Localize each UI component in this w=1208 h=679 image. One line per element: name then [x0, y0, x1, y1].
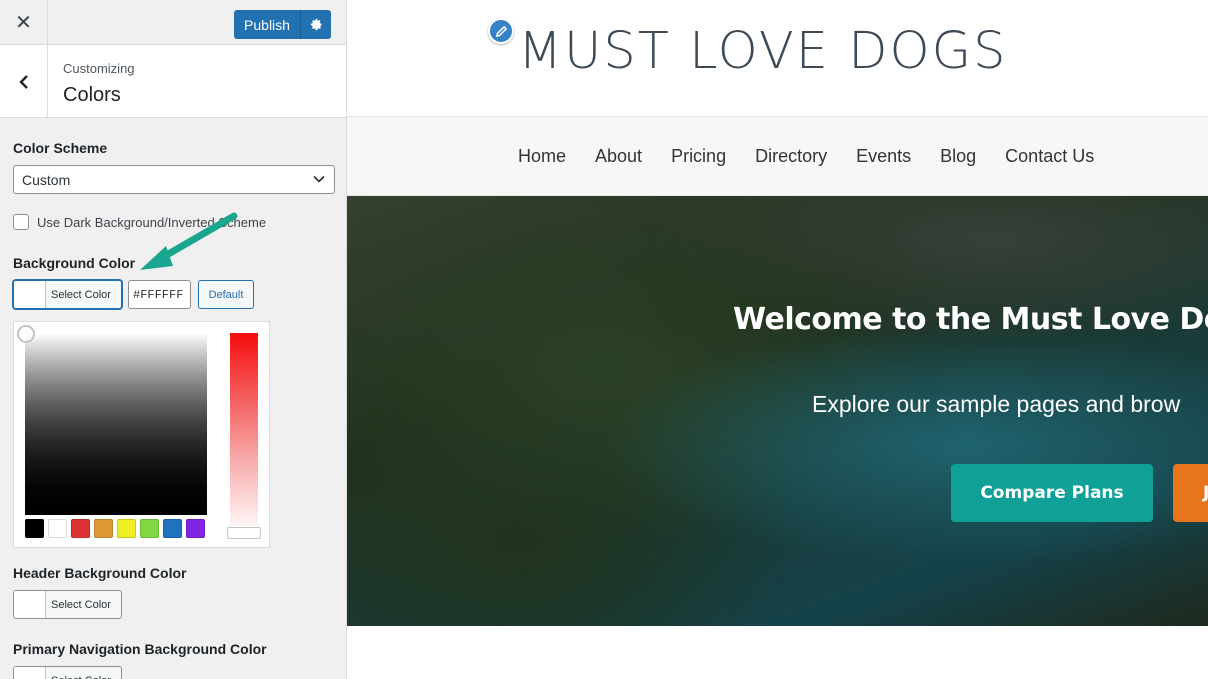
dark-background-checkbox[interactable]: [13, 214, 29, 230]
primary-nav-background-color-button[interactable]: Select Color: [13, 666, 122, 679]
palette-swatch-blue[interactable]: [163, 519, 182, 538]
publish-group: Publish: [234, 10, 331, 39]
background-color-default-button[interactable]: Default: [198, 280, 254, 309]
nav-item-events[interactable]: Events: [856, 146, 911, 167]
nav-item-directory[interactable]: Directory: [755, 146, 827, 167]
site-preview: MUST LOVE DOGS Home About Pricing Direct…: [347, 0, 1208, 679]
background-color-label: Background Color: [13, 255, 136, 271]
nav-item-blog[interactable]: Blog: [940, 146, 976, 167]
header-background-color-button-label: Select Color: [51, 598, 111, 611]
palette-swatch-yellow[interactable]: [117, 519, 136, 538]
nav-item-about[interactable]: About: [595, 146, 642, 167]
color-scheme-select[interactable]: Custom: [13, 165, 335, 194]
publish-button[interactable]: Publish: [234, 10, 300, 39]
picker-handle[interactable]: [17, 325, 35, 343]
site-header: MUST LOVE DOGS: [347, 0, 1208, 117]
primary-nav-background-color-swatch: [14, 667, 46, 679]
annotation-arrow-icon: [140, 212, 238, 270]
back-button[interactable]: [0, 45, 48, 118]
hero-section: Welcome to the Must Love Do Explore our …: [347, 196, 1208, 626]
palette-swatch-black[interactable]: [25, 519, 44, 538]
primary-nav-background-color-label: Primary Navigation Background Color: [13, 641, 267, 657]
palette-swatch-green[interactable]: [140, 519, 159, 538]
palette-swatch-purple[interactable]: [186, 519, 205, 538]
pencil-icon: [495, 25, 507, 37]
primary-navigation: Home About Pricing Directory Events Blog…: [347, 117, 1208, 196]
customizer-header: ✕ Publish: [0, 0, 346, 45]
hue-slider-handle[interactable]: [227, 527, 261, 539]
color-scheme-value: Custom: [22, 172, 71, 188]
publish-settings-button[interactable]: [300, 10, 331, 39]
background-color-swatch: [14, 281, 46, 308]
compare-plans-button[interactable]: Compare Plans: [951, 464, 1153, 522]
color-picker: [13, 321, 270, 548]
breadcrumb: Customizing: [63, 61, 135, 76]
palette-swatch-white[interactable]: [48, 519, 67, 538]
section-header: Customizing Colors: [0, 45, 346, 118]
chevron-down-icon: [313, 175, 325, 183]
secondary-hero-button[interactable]: J: [1173, 464, 1208, 522]
hero-subtitle: Explore our sample pages and brow: [812, 391, 1181, 417]
header-background-color-swatch: [14, 591, 46, 618]
nav-item-contact-us[interactable]: Contact Us: [1005, 146, 1094, 167]
chevron-left-icon: [18, 74, 28, 89]
hue-slider[interactable]: [230, 333, 258, 535]
saturation-area[interactable]: [25, 333, 207, 515]
primary-nav-background-color-button-label: Select Color: [46, 667, 111, 679]
palette-swatch-red[interactable]: [71, 519, 90, 538]
hero-title: Welcome to the Must Love Do: [733, 302, 1208, 337]
palette-swatch-orange[interactable]: [94, 519, 113, 538]
edit-shortcut-button[interactable]: [488, 18, 514, 44]
background-color-button-label: Select Color: [51, 288, 111, 301]
nav-item-home[interactable]: Home: [518, 146, 566, 167]
nav-item-pricing[interactable]: Pricing: [671, 146, 726, 167]
close-icon: ✕: [15, 12, 32, 34]
gear-icon: [310, 18, 322, 31]
section-title: Colors: [63, 84, 121, 106]
header-background-color-button[interactable]: Select Color: [13, 590, 122, 619]
close-customizer-button[interactable]: ✕: [0, 0, 48, 45]
color-scheme-label: Color Scheme: [13, 140, 108, 156]
background-color-hex-input[interactable]: #FFFFFF: [128, 280, 191, 309]
header-background-color-label: Header Background Color: [13, 565, 187, 581]
customizer-sidebar: ✕ Publish Customizing Colors Color Schem…: [0, 0, 347, 679]
site-logo[interactable]: MUST LOVE DOGS: [518, 22, 1008, 81]
background-color-button[interactable]: Select Color: [13, 280, 122, 309]
color-palette: [25, 519, 205, 538]
